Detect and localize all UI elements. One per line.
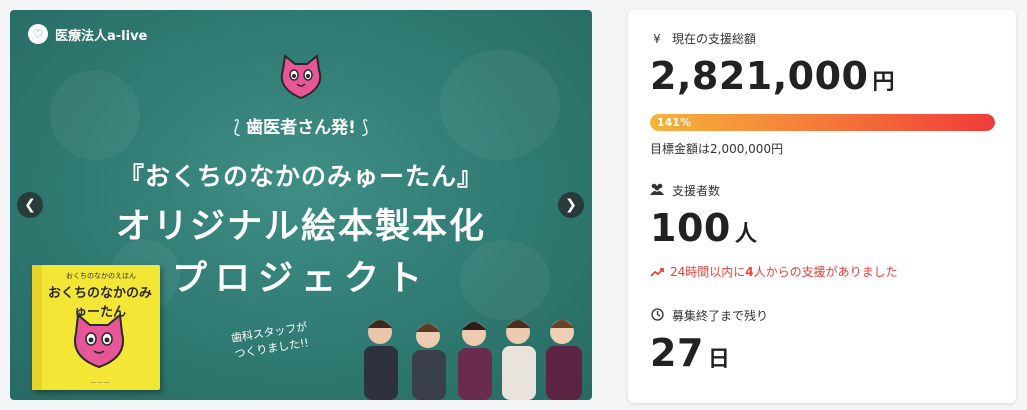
bg-decoration xyxy=(440,50,560,160)
progress-fill: 141% xyxy=(650,114,995,131)
supporters-value: 100 人 xyxy=(650,206,757,250)
total-amount-label-text: 現在の支援総額 xyxy=(672,32,757,46)
recent-supporters-text: 24時間以内に4人からの支援がありました xyxy=(670,265,898,279)
organization-name: 医療法人a-live xyxy=(55,28,148,44)
funding-status-panel: ¥ 現在の支援総額 2,821,000 円 141% 目標金額は2,000,000… xyxy=(628,10,1016,403)
yen-icon: ¥ xyxy=(653,31,661,46)
chevron-left-icon: ❮ xyxy=(24,197,36,213)
remaining-days-label: 募集終了まで残り xyxy=(650,307,768,324)
total-amount-number: 2,821,000 xyxy=(650,54,869,98)
recent-supporters-note: 24時間以内に4人からの支援がありました xyxy=(650,263,898,280)
project-hero-image: ♡ 医療法人a-live ⟅ 歯医者さん発! ⟆ 『おくちのなかのみゅーたん』 … xyxy=(10,10,592,400)
supporters-label-text: 支援者数 xyxy=(672,184,721,198)
hero-title-line2: オリジナル絵本製本化 xyxy=(115,207,486,247)
mascot-icon xyxy=(74,313,124,369)
total-amount-label: ¥ 現在の支援総額 xyxy=(650,30,756,47)
trend-up-icon xyxy=(650,267,664,277)
tooth-logo-icon: ♡ xyxy=(28,24,48,44)
remaining-days-number: 27 xyxy=(650,331,704,375)
book-subtitle: おくちのなかのえほん xyxy=(66,272,136,280)
carousel-next-button[interactable]: ❯ xyxy=(558,192,584,218)
staff-photo xyxy=(364,320,582,400)
organization-logo: ♡ 医療法人a-live xyxy=(28,24,147,44)
hero-tagline: ⟅ 歯医者さん発! ⟆ xyxy=(233,117,369,138)
supporters-unit: 人 xyxy=(734,222,758,247)
remaining-days-unit: 日 xyxy=(707,347,731,372)
total-amount-unit: 円 xyxy=(872,70,895,95)
hero-title-line1: 『おくちのなかのみゅーたん』 xyxy=(118,162,483,191)
staff-note: 歯科スタッフが つくりました!! xyxy=(230,320,310,361)
progress-percent: 141% xyxy=(657,116,691,129)
picture-book-cover: おくちのなかのえほん おくちのなかのみゅーたん ― ― ― xyxy=(32,265,160,390)
carousel-prev-button[interactable]: ❮ xyxy=(17,192,43,218)
goal-amount: 目標金額は2,000,000円 xyxy=(650,142,784,156)
funding-progress-bar: 141% xyxy=(650,114,995,131)
chevron-right-icon: ❯ xyxy=(565,197,577,213)
people-icon xyxy=(650,183,664,198)
remaining-days-value: 27 日 xyxy=(650,331,730,375)
book-footer: ― ― ― xyxy=(90,380,110,386)
supporters-number: 100 xyxy=(650,206,731,250)
remaining-days-label-text: 募集終了まで残り xyxy=(672,309,769,323)
book-spine xyxy=(32,265,42,390)
total-amount-value: 2,821,000 円 xyxy=(650,54,895,98)
clock-icon xyxy=(650,307,664,324)
mascot-icon xyxy=(280,54,322,100)
supporters-label: 支援者数 xyxy=(650,182,720,199)
